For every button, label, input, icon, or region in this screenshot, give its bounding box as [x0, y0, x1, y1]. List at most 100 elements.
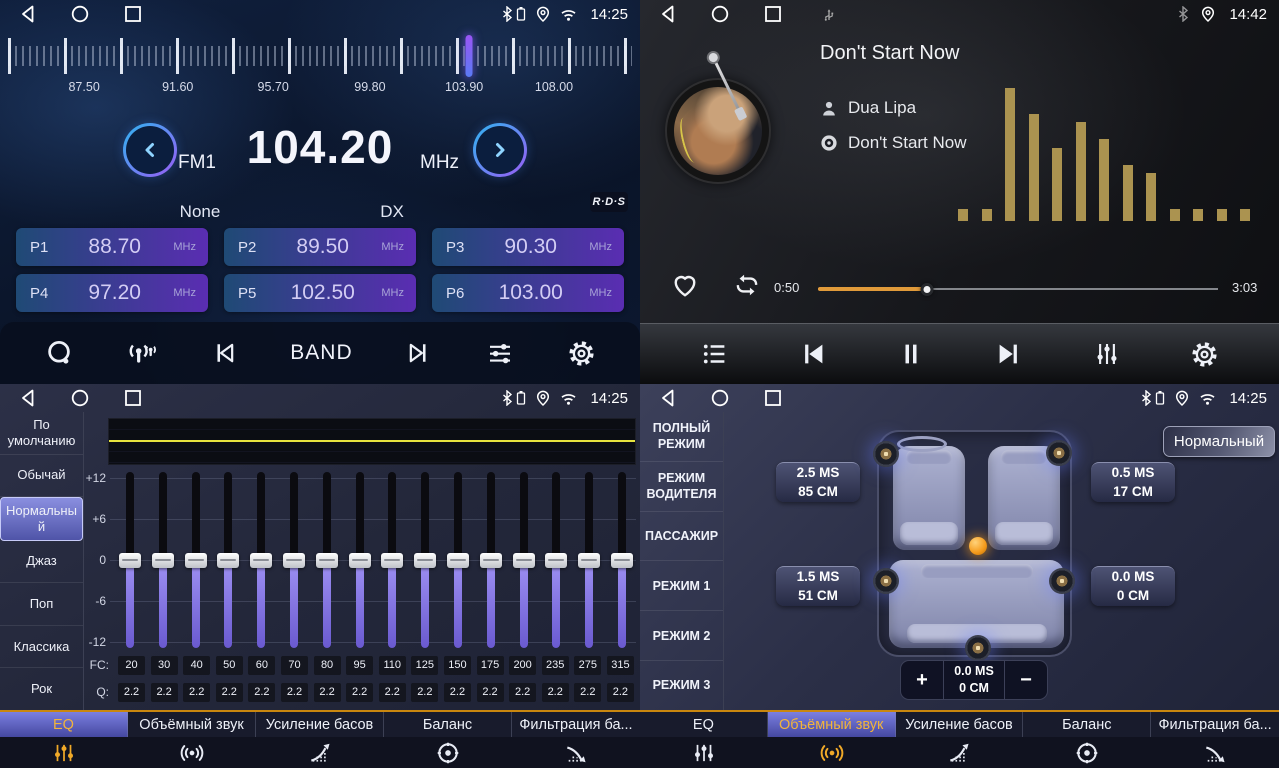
recents-button[interactable] — [122, 3, 144, 25]
recents-button[interactable] — [762, 3, 784, 25]
eq-band-fc[interactable]: 200 — [509, 656, 536, 675]
home-button[interactable] — [709, 3, 731, 25]
eq-preset-default[interactable]: По умолчанию — [0, 412, 83, 455]
tab-eq[interactable]: EQ — [640, 712, 768, 768]
eq-band-q[interactable]: 2.2 — [509, 683, 536, 702]
delay-increase-button[interactable]: + — [901, 661, 943, 699]
eq-preset-pop[interactable]: Поп — [0, 583, 83, 626]
eq-band-slider[interactable] — [380, 472, 404, 652]
seek-down-button[interactable] — [210, 339, 238, 367]
eq-band-q[interactable]: 2.2 — [574, 683, 601, 702]
eq-band-slider[interactable] — [610, 472, 634, 652]
front-left-speaker-icon[interactable] — [873, 441, 899, 467]
slider-handle[interactable] — [578, 553, 600, 568]
eq-band-q[interactable]: 2.2 — [444, 683, 471, 702]
eq-band-q[interactable]: 2.2 — [248, 683, 275, 702]
slider-handle[interactable] — [250, 553, 272, 568]
front-right-speaker-icon[interactable] — [1046, 440, 1072, 466]
preset-button-p3[interactable]: P390.30MHz — [432, 228, 624, 266]
preset-button-p1[interactable]: P188.70MHz — [16, 228, 208, 266]
eq-band-q[interactable]: 2.2 — [151, 683, 178, 702]
eq-band-fc[interactable]: 110 — [379, 656, 406, 675]
slider-handle[interactable] — [349, 553, 371, 568]
equalizer-button[interactable] — [1092, 339, 1122, 369]
mode-1[interactable]: РЕЖИМ 1 — [640, 561, 723, 611]
eq-band-slider[interactable] — [282, 472, 306, 652]
back-button[interactable] — [658, 3, 678, 25]
recents-button[interactable] — [122, 387, 144, 409]
eq-band-slider[interactable] — [544, 472, 568, 652]
tuner-indicator[interactable] — [466, 35, 473, 77]
eq-preset-jazz[interactable]: Джаз — [0, 541, 83, 584]
band-button[interactable]: BAND — [290, 341, 352, 365]
tuner-scale[interactable] — [8, 38, 632, 74]
eq-band-fc[interactable]: 30 — [151, 656, 178, 675]
preset-button-p4[interactable]: P497.20MHz — [16, 274, 208, 312]
eq-band-fc[interactable]: 150 — [444, 656, 471, 675]
rear-right-speaker-icon[interactable] — [1049, 568, 1075, 594]
surround-preset-button[interactable]: Нормальный — [1163, 426, 1275, 457]
next-track-button[interactable] — [994, 339, 1024, 369]
eq-band-q[interactable]: 2.2 — [542, 683, 569, 702]
slider-handle[interactable] — [480, 553, 502, 568]
scan-button[interactable] — [44, 338, 74, 368]
eq-band-q[interactable]: 2.2 — [281, 683, 308, 702]
progress-bar[interactable] — [818, 285, 1218, 293]
front-left-delay-button[interactable]: 2.5 MS85 CM — [776, 462, 860, 502]
preset-button-p2[interactable]: P289.50MHz — [224, 228, 416, 266]
settings-button[interactable] — [567, 339, 596, 368]
slider-handle[interactable] — [447, 553, 469, 568]
eq-band-q[interactable]: 2.2 — [411, 683, 438, 702]
tab-bass-boost[interactable]: Усиление басов — [896, 712, 1024, 768]
front-right-delay-button[interactable]: 0.5 MS17 CM — [1091, 462, 1175, 502]
slider-handle[interactable] — [513, 553, 535, 568]
preset-button-p6[interactable]: P6103.00MHz — [432, 274, 624, 312]
mode-driver[interactable]: РЕЖИМ ВОДИТЕЛЯ — [640, 462, 723, 512]
eq-band-q[interactable]: 2.2 — [477, 683, 504, 702]
slider-handle[interactable] — [185, 553, 207, 568]
previous-track-button[interactable] — [798, 339, 828, 369]
eq-band-fc[interactable]: 275 — [574, 656, 601, 675]
eq-band-slider[interactable] — [151, 472, 175, 652]
mode-full[interactable]: ПОЛНЫЙ РЕЖИМ — [640, 412, 723, 462]
mode-2[interactable]: РЕЖИМ 2 — [640, 611, 723, 661]
tab-balance[interactable]: Баланс — [384, 712, 512, 768]
tab-surround[interactable]: Объёмный звук — [128, 712, 256, 768]
eq-band-q[interactable]: 2.2 — [216, 683, 243, 702]
eq-band-fc[interactable]: 125 — [411, 656, 438, 675]
listener-position-dot[interactable] — [969, 537, 987, 555]
eq-band-fc[interactable]: 175 — [477, 656, 504, 675]
eq-band-q[interactable]: 2.2 — [379, 683, 406, 702]
eq-band-slider[interactable] — [512, 472, 536, 652]
rear-left-delay-button[interactable]: 1.5 MS51 CM — [776, 566, 860, 606]
slider-handle[interactable] — [545, 553, 567, 568]
mode-3[interactable]: РЕЖИМ 3 — [640, 661, 723, 710]
favorite-button[interactable] — [670, 270, 700, 305]
slider-handle[interactable] — [119, 553, 141, 568]
eq-band-slider[interactable] — [446, 472, 470, 652]
seek-up-button[interactable] — [405, 339, 433, 367]
back-button[interactable] — [18, 3, 38, 25]
slider-handle[interactable] — [611, 553, 633, 568]
eq-preset-normal[interactable]: Нормальный — [0, 497, 83, 541]
slider-handle[interactable] — [283, 553, 305, 568]
eq-band-slider[interactable] — [348, 472, 372, 652]
eq-band-slider[interactable] — [413, 472, 437, 652]
playlist-button[interactable] — [700, 339, 730, 369]
settings-button[interactable] — [1190, 340, 1219, 369]
eq-band-slider[interactable] — [479, 472, 503, 652]
eq-band-fc[interactable]: 60 — [248, 656, 275, 675]
eq-band-fc[interactable]: 80 — [314, 656, 341, 675]
delay-decrease-button[interactable]: − — [1005, 661, 1047, 699]
home-button[interactable] — [69, 387, 91, 409]
progress-thumb[interactable] — [921, 283, 934, 296]
eq-preset-rock[interactable]: Рок — [0, 668, 83, 710]
home-button[interactable] — [709, 387, 731, 409]
eq-band-q[interactable]: 2.2 — [346, 683, 373, 702]
eq-band-slider[interactable] — [118, 472, 142, 652]
eq-band-q[interactable]: 2.2 — [183, 683, 210, 702]
eq-band-q[interactable]: 2.2 — [314, 683, 341, 702]
tab-bass-boost[interactable]: Усиление басов — [256, 712, 384, 768]
rear-right-delay-button[interactable]: 0.0 MS0 CM — [1091, 566, 1175, 606]
pause-button[interactable] — [896, 339, 926, 369]
